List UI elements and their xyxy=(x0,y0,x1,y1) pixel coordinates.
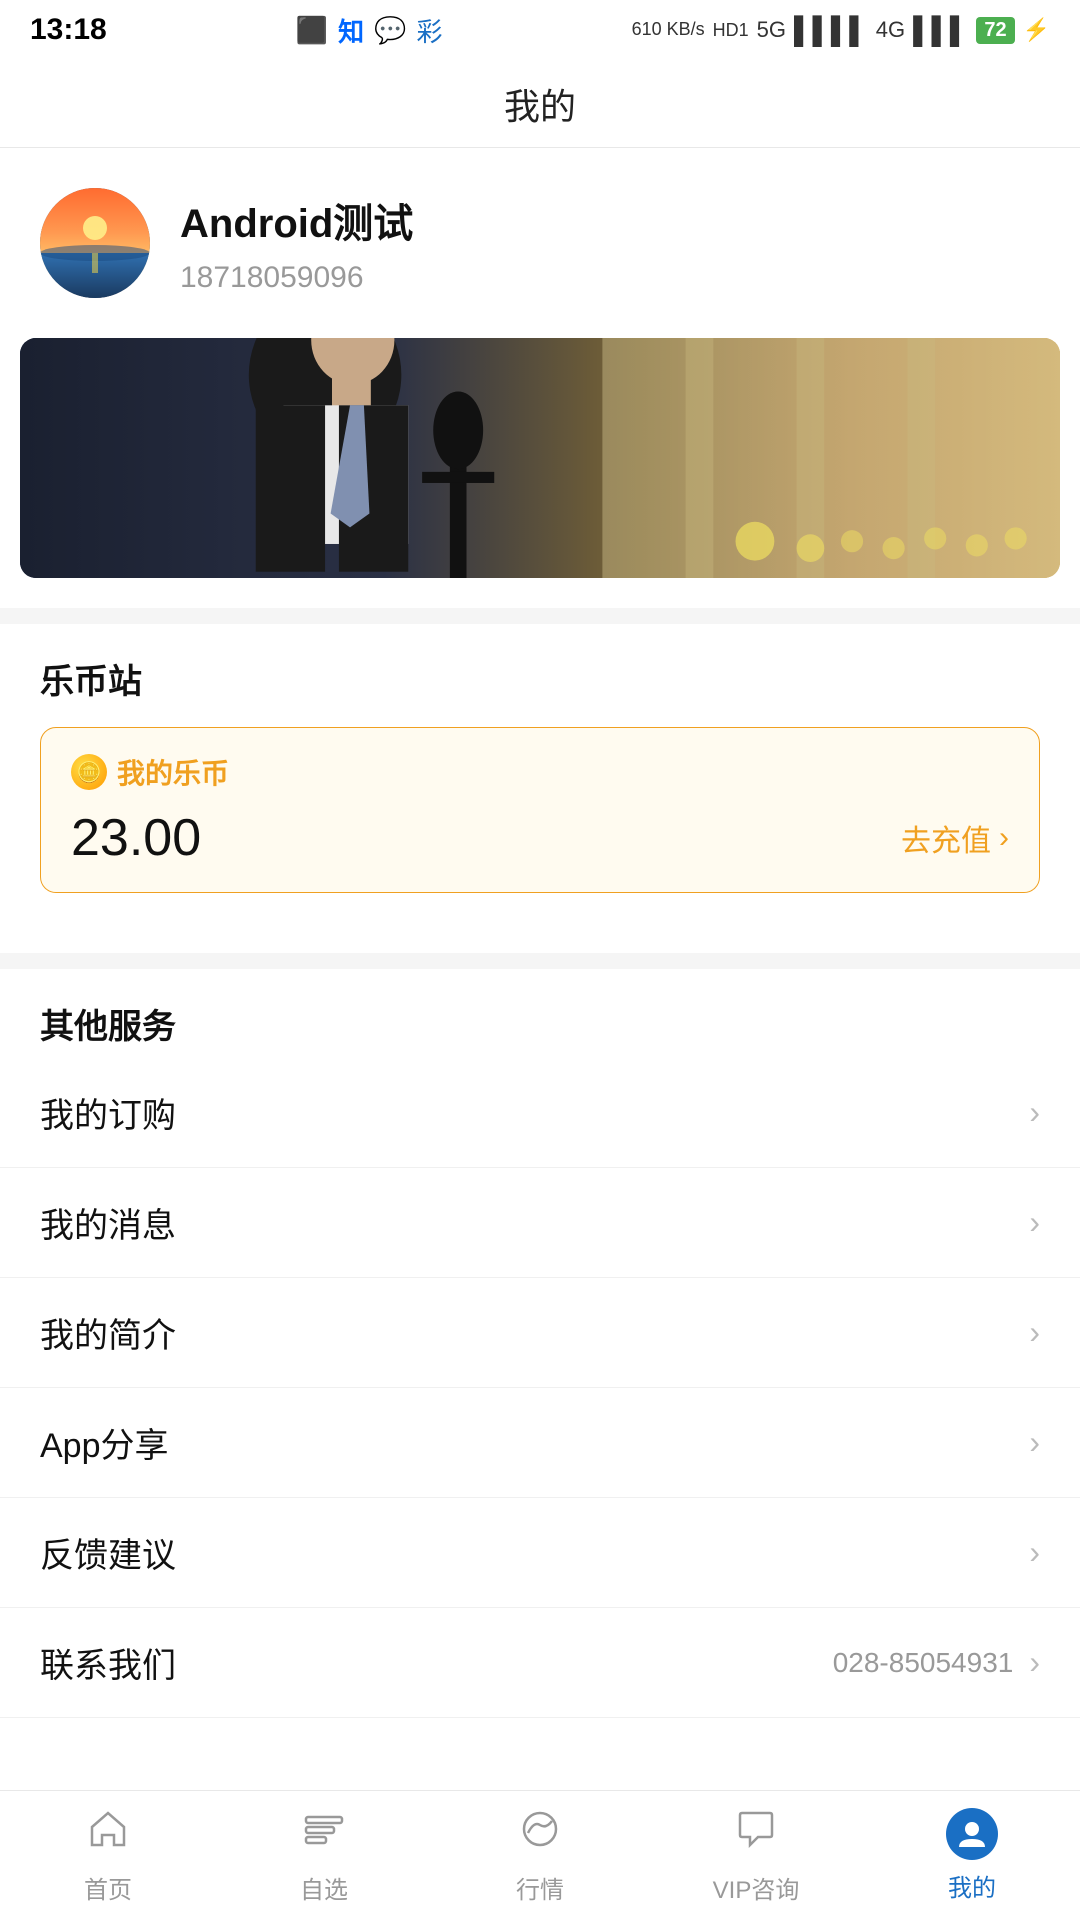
star-icon xyxy=(302,1807,346,1862)
section-divider-1 xyxy=(0,608,1080,624)
avatar-image xyxy=(40,188,150,298)
lecoin-label-row: 🪙 我的乐币 xyxy=(71,752,1009,792)
services-section: 其他服务 我的订购 › 我的消息 › 我的简介 › App分享 › xyxy=(0,969,1080,1718)
menu-item-right-feedback: › xyxy=(1029,1534,1040,1571)
recharge-chevron-icon: › xyxy=(999,821,1009,855)
signal-icon: ▌▌▌▌ xyxy=(794,15,868,46)
banner-visual xyxy=(20,338,1060,578)
signal2-icon: ▌▌▌ xyxy=(913,15,968,46)
banner-image[interactable] xyxy=(20,338,1060,578)
lecoin-row: 23.00 去充值 › xyxy=(71,808,1009,868)
avatar[interactable] xyxy=(40,188,150,298)
menu-item-label-feedback: 反馈建议 xyxy=(40,1528,176,1577)
tab-home[interactable]: 首页 xyxy=(0,1807,216,1905)
top-navigation: 我的 xyxy=(0,60,1080,148)
menu-item-right-subscription: › xyxy=(1029,1094,1040,1131)
tab-market[interactable]: 行情 xyxy=(432,1807,648,1905)
avatar-svg xyxy=(40,188,150,298)
chevron-right-icon-profile: › xyxy=(1029,1314,1040,1351)
user-icon xyxy=(946,1808,998,1860)
lecoin-label: 我的乐币 xyxy=(117,752,229,792)
menu-item-message[interactable]: 我的消息 › xyxy=(0,1168,1080,1278)
battery-icon: 72 xyxy=(976,17,1014,44)
tab-market-label: 行情 xyxy=(516,1870,564,1905)
app-icon: 彩 xyxy=(417,12,443,49)
menu-item-right-profile: › xyxy=(1029,1314,1040,1351)
menu-item-label-profile: 我的简介 xyxy=(40,1308,176,1357)
status-icons: ⬛ 知 💬 彩 xyxy=(296,12,443,49)
tab-mine[interactable]: 我的 xyxy=(864,1808,1080,1903)
main-content: Android测试 18718059096 xyxy=(0,148,1080,1790)
services-section-title: 其他服务 xyxy=(0,999,1080,1058)
chevron-right-icon-feedback: › xyxy=(1029,1534,1040,1571)
lecoin-recharge-btn[interactable]: 去充值 › xyxy=(901,816,1009,860)
profile-phone: 18718059096 xyxy=(180,261,413,295)
menu-item-label-subscription: 我的订购 xyxy=(40,1088,176,1137)
menu-item-label-message: 我的消息 xyxy=(40,1198,176,1247)
lecoin-section-title: 乐币站 xyxy=(40,654,1040,703)
menu-item-subscription[interactable]: 我的订购 › xyxy=(0,1058,1080,1168)
lecoin-amount: 23.00 xyxy=(71,808,201,868)
tab-home-label: 首页 xyxy=(84,1870,132,1905)
profile-section: Android测试 18718059096 xyxy=(0,148,1080,318)
status-right: 610 KB/s HD1 5G ▌▌▌▌ 4G ▌▌▌ 72 ⚡ xyxy=(632,15,1050,46)
hd-badge: HD1 xyxy=(713,20,749,41)
recharge-label: 去充值 xyxy=(901,816,991,860)
menu-item-label-contact: 联系我们 xyxy=(40,1638,176,1687)
charging-icon: ⚡ xyxy=(1023,17,1050,43)
weibo-icon: ⬛ xyxy=(296,15,328,46)
home-icon xyxy=(86,1807,130,1862)
status-bar: 13:18 ⬛ 知 💬 彩 610 KB/s HD1 5G ▌▌▌▌ 4G ▌▌… xyxy=(0,0,1080,60)
menu-item-right-contact: 028-85054931 › xyxy=(833,1644,1040,1681)
5g-icon: 5G xyxy=(757,17,786,43)
lecoin-card[interactable]: 🪙 我的乐币 23.00 去充值 › xyxy=(40,727,1040,893)
lecoin-section: 乐币站 🪙 我的乐币 23.00 去充值 › xyxy=(0,624,1080,923)
menu-item-feedback[interactable]: 反馈建议 › xyxy=(0,1498,1080,1608)
chat-icon xyxy=(734,1807,778,1862)
chevron-right-icon-share: › xyxy=(1029,1424,1040,1461)
contact-phone: 028-85054931 xyxy=(833,1647,1014,1679)
profile-info: Android测试 18718059096 xyxy=(180,191,413,295)
4g-icon: 4G xyxy=(876,17,905,43)
chevron-right-icon-message: › xyxy=(1029,1204,1040,1241)
menu-item-label-share: App分享 xyxy=(40,1418,169,1467)
tab-mine-label: 我的 xyxy=(948,1868,996,1903)
tab-vip-label: VIP咨询 xyxy=(713,1870,800,1905)
banner-svg xyxy=(20,338,1060,578)
menu-item-share[interactable]: App分享 › xyxy=(0,1388,1080,1498)
zhihu-icon: 知 xyxy=(338,12,364,49)
status-time: 13:18 xyxy=(30,13,107,47)
network-speed: 610 KB/s xyxy=(632,20,705,40)
page-title: 我的 xyxy=(504,78,576,130)
menu-item-right-share: › xyxy=(1029,1424,1040,1461)
coin-icon: 🪙 xyxy=(71,754,107,790)
menu-item-right-message: › xyxy=(1029,1204,1040,1241)
chart-icon xyxy=(518,1807,562,1862)
tab-bar: 首页 自选 行情 VIP咨询 xyxy=(0,1790,1080,1920)
menu-item-contact[interactable]: 联系我们 028-85054931 › xyxy=(0,1608,1080,1718)
chevron-right-icon-subscription: › xyxy=(1029,1094,1040,1131)
section-divider-2 xyxy=(0,953,1080,969)
chevron-right-icon-contact: › xyxy=(1029,1644,1040,1681)
message-icon: 💬 xyxy=(374,15,406,46)
menu-item-profile[interactable]: 我的简介 › xyxy=(0,1278,1080,1388)
tab-watchlist-label: 自选 xyxy=(300,1870,348,1905)
tab-watchlist[interactable]: 自选 xyxy=(216,1807,432,1905)
tab-vip[interactable]: VIP咨询 xyxy=(648,1807,864,1905)
profile-name: Android测试 xyxy=(180,191,413,249)
